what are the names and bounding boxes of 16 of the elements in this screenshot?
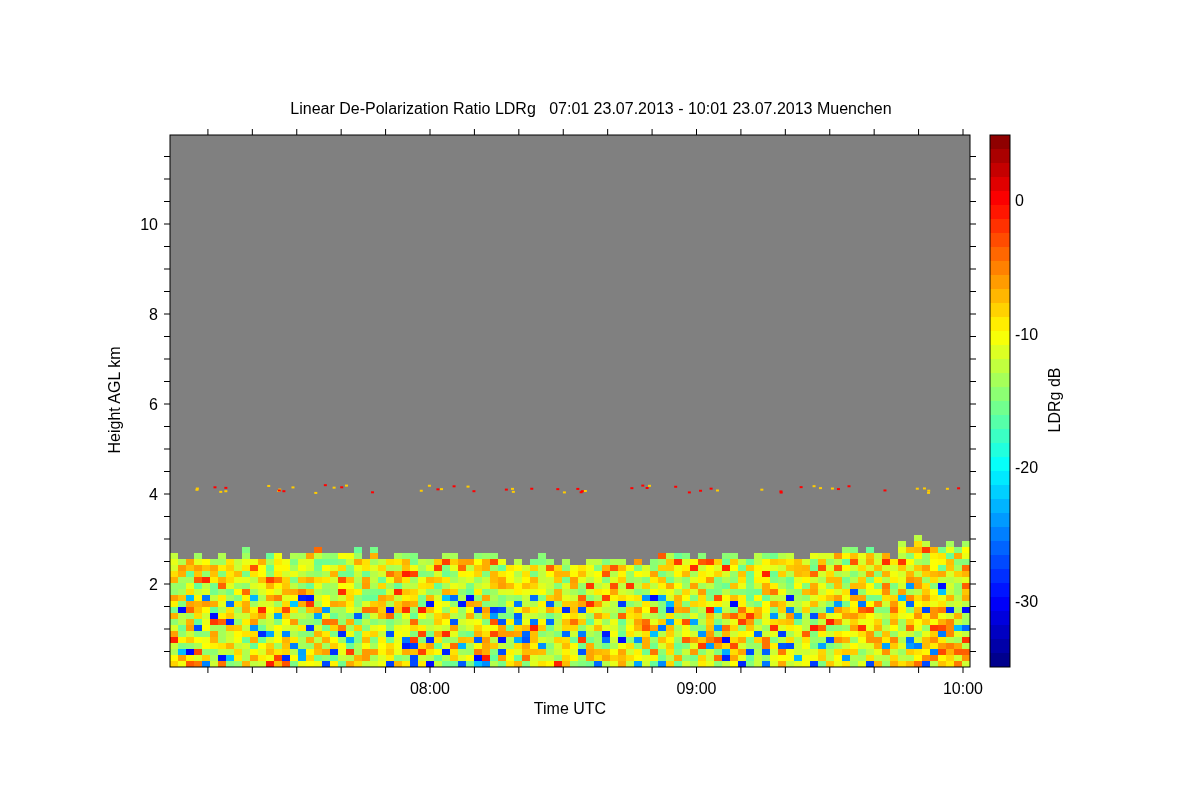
axis-tick-label: 08:00 [410, 680, 450, 697]
axis-tick-label: 09:00 [676, 680, 717, 697]
axis-tick-label: 8 [149, 306, 158, 323]
x-axis-label: Time UTC [533, 700, 607, 717]
axis-tick-label: 4 [149, 486, 158, 503]
y-axis-label: Height AGL km [106, 346, 123, 454]
axis-tick-label: 10:00 [943, 680, 983, 697]
colorbar-tick-label: -30 [1015, 592, 1039, 610]
chart-title: Linear De-Polarization Ratio LDRg 07:01 23.07.2013 - 10:01 23.07.2013 Muenchen [290, 100, 892, 117]
axis-tick-label: 2 [149, 576, 158, 593]
colorbar-label: LDRg dB [1046, 367, 1063, 433]
colorbar-tick-label: 0 [1015, 192, 1024, 209]
axis-tick-label: 6 [149, 396, 158, 413]
colorbar-tick-label: -20 [1015, 459, 1039, 476]
colorbar-tick-label: -10 [1015, 325, 1039, 343]
axis-tick-label: 10 [140, 216, 158, 233]
